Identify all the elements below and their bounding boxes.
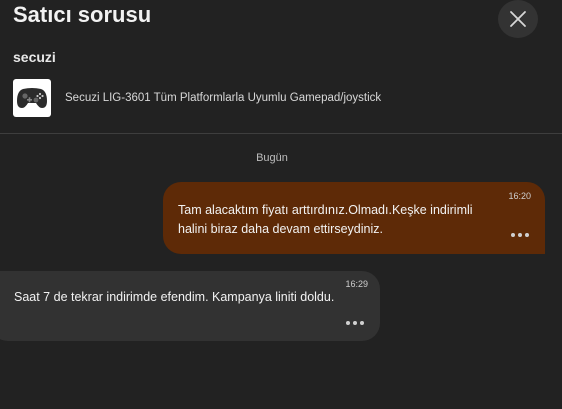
product-name[interactable]: Secuzi LIG-3601 Tüm Platformlarla Uyumlu…	[65, 92, 381, 104]
message-time: 16:20	[508, 191, 531, 201]
product-thumbnail[interactable]	[13, 79, 51, 117]
message-text: Saat 7 de tekrar indirimde efendim. Kamp…	[14, 290, 335, 304]
more-dots-icon[interactable]	[344, 319, 366, 327]
header-divider	[0, 133, 562, 134]
page-title: Satıcı sorusu	[13, 2, 152, 27]
gamepad-icon	[17, 88, 47, 108]
message-outgoing: Tam alacaktım fiyatı arttırdınız.Olmadı.…	[163, 182, 545, 254]
product-row[interactable]: Secuzi LIG-3601 Tüm Platformlarla Uyumlu…	[13, 78, 381, 118]
more-dots-icon[interactable]	[509, 231, 531, 239]
seller-name: secuzi	[13, 49, 56, 65]
message-time: 16:29	[345, 279, 368, 289]
close-icon	[510, 11, 526, 27]
message-incoming: Saat 7 de tekrar indirimde efendim. Kamp…	[0, 271, 380, 341]
message-text: Tam alacaktım fiyatı arttırdınız.Olmadı.…	[178, 203, 473, 236]
date-separator: Bugün	[256, 152, 288, 164]
close-button[interactable]	[498, 0, 538, 38]
